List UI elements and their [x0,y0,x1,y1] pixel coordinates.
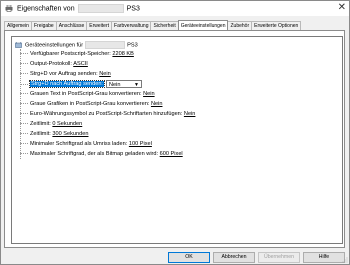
tree-item-grauer-text[interactable]: Grauen Text in PostScript-Grau konvertie… [20,90,155,99]
apply-button[interactable]: Übernehmen [258,252,300,263]
tree-branch [20,153,28,155]
tree-item-value[interactable]: 600 Pixel [160,151,183,157]
tree-item-label: Verfügbarer Postscript-Speicher: [30,51,111,57]
window-title: Eigenschaften von PS3 [17,4,140,13]
tree-item-label: Maximaler Schriftgrad, der als Bitmap ge… [30,151,159,157]
tree-item-euro-symbol[interactable]: Euro-Währungssymbol zu PostScript-Schrif… [20,110,195,119]
dropdown-selected-value: Nein [109,82,121,88]
tree-root-suffix: PS3 [127,42,138,49]
tree-item-label: Grauen Text in PostScript-Grau konvertie… [30,91,142,97]
printer-settings-icon [15,42,22,48]
chevron-down-icon[interactable]: ▼ [134,81,139,89]
tree-root[interactable]: Geräteeinstellungen für PS3 [15,41,138,49]
cancel-button[interactable]: Abbrechen [213,252,255,263]
tree-item-value[interactable]: 100 Pixel [129,141,152,147]
tab-panel: Geräteeinstellungen für PS3 Verfügbarer P… [4,30,345,248]
window-title-suffix: PS3 [126,5,140,13]
tree-item-value[interactable]: Nein [143,91,155,97]
tree-root-label: Geräteeinstellungen für [25,42,84,49]
tree-item-value[interactable]: 300 Sekunden [52,131,88,137]
title-bar: Eigenschaften von PS3 ✕ [1,1,349,16]
tree-item-value[interactable]: Nein [184,111,196,117]
tree-branch [20,123,28,125]
tree-branch [20,93,28,95]
tree-branch [20,103,28,105]
window-title-prefix: Eigenschaften von [17,5,75,13]
tree-branch [20,53,28,55]
tree-item-value[interactable]: ASCII [73,61,88,67]
tree-item-strg-d-vor[interactable]: Strg+D vor Auftrag senden: Nein [20,70,111,79]
tree-item-label: Output-Protokoll: [30,61,72,67]
dialog-buttons: OK Abbrechen Übernehmen Hilfe [165,252,345,263]
tree-branch [20,143,28,145]
tree-branch [20,73,28,75]
tab-bar: Allgemein Freigabe Anschlüsse Erweitert Farb… [4,19,302,32]
tree-item-label: Strg+D nach Auftrag senden: [29,80,105,89]
resize-grip-icon[interactable] [342,257,348,263]
tree-item-strg-d-nach[interactable]: Strg+D nach Auftrag senden: Nein ▼ [20,80,142,89]
redacted-printer-name [77,4,124,13]
tree-item-label: Zeitlimit: [30,121,51,127]
tree-item-min-schriftgrad[interactable]: Minimaler Schriftgrad als Umriss laden: … [20,140,152,149]
printer-icon [5,5,13,12]
tree-item-output-protokoll[interactable]: Output-Protokoll: ASCII [20,60,88,69]
ok-button[interactable]: OK [168,252,210,263]
tree-item-label: Euro-Währungssymbol zu PostScript-Schrif… [30,111,183,117]
tree-item-label: Minimaler Schriftgrad als Umriss laden: [30,141,128,147]
tree-item-value[interactable]: Nein [99,71,111,77]
tree-branch [20,133,28,135]
tree-item-label: Strg+D vor Auftrag senden: [30,71,98,77]
help-button[interactable]: Hilfe [303,252,345,263]
tree-branch [20,63,28,65]
close-icon[interactable]: ✕ [338,2,346,14]
tree-item-label: Graue Grafiken in PostScript-Grau konver… [30,101,150,107]
tree-branch [20,83,28,85]
tree-item-zeitlimit-2[interactable]: Zeitlimit: 300 Sekunden [20,130,88,139]
tree-item-value[interactable]: 0 Sekunden [52,121,82,127]
tree-item-postscript-speicher[interactable]: Verfügbarer Postscript-Speicher: 2208 KB [20,50,134,59]
tree-item-label: Zeitlimit: [30,131,51,137]
tree-item-value[interactable]: Nein [151,101,163,107]
properties-dialog: Eigenschaften von PS3 ✕ Allgemein Freigabe… [0,0,350,265]
tree-item-max-schriftgrad[interactable]: Maximaler Schriftgrad, der als Bitmap ge… [20,150,183,159]
settings-tree[interactable]: Geräteeinstellungen für PS3 Verfügbarer P… [11,36,343,244]
redacted-printer-name [85,41,126,49]
tree-item-graue-grafiken[interactable]: Graue Grafiken in PostScript-Grau konver… [20,100,162,109]
value-dropdown[interactable]: Nein ▼ [106,80,142,88]
tree-item-value[interactable]: 2208 KB [112,51,133,57]
tree-branch [20,113,28,115]
tree-item-zeitlimit-1[interactable]: Zeitlimit: 0 Sekunden [20,120,82,129]
